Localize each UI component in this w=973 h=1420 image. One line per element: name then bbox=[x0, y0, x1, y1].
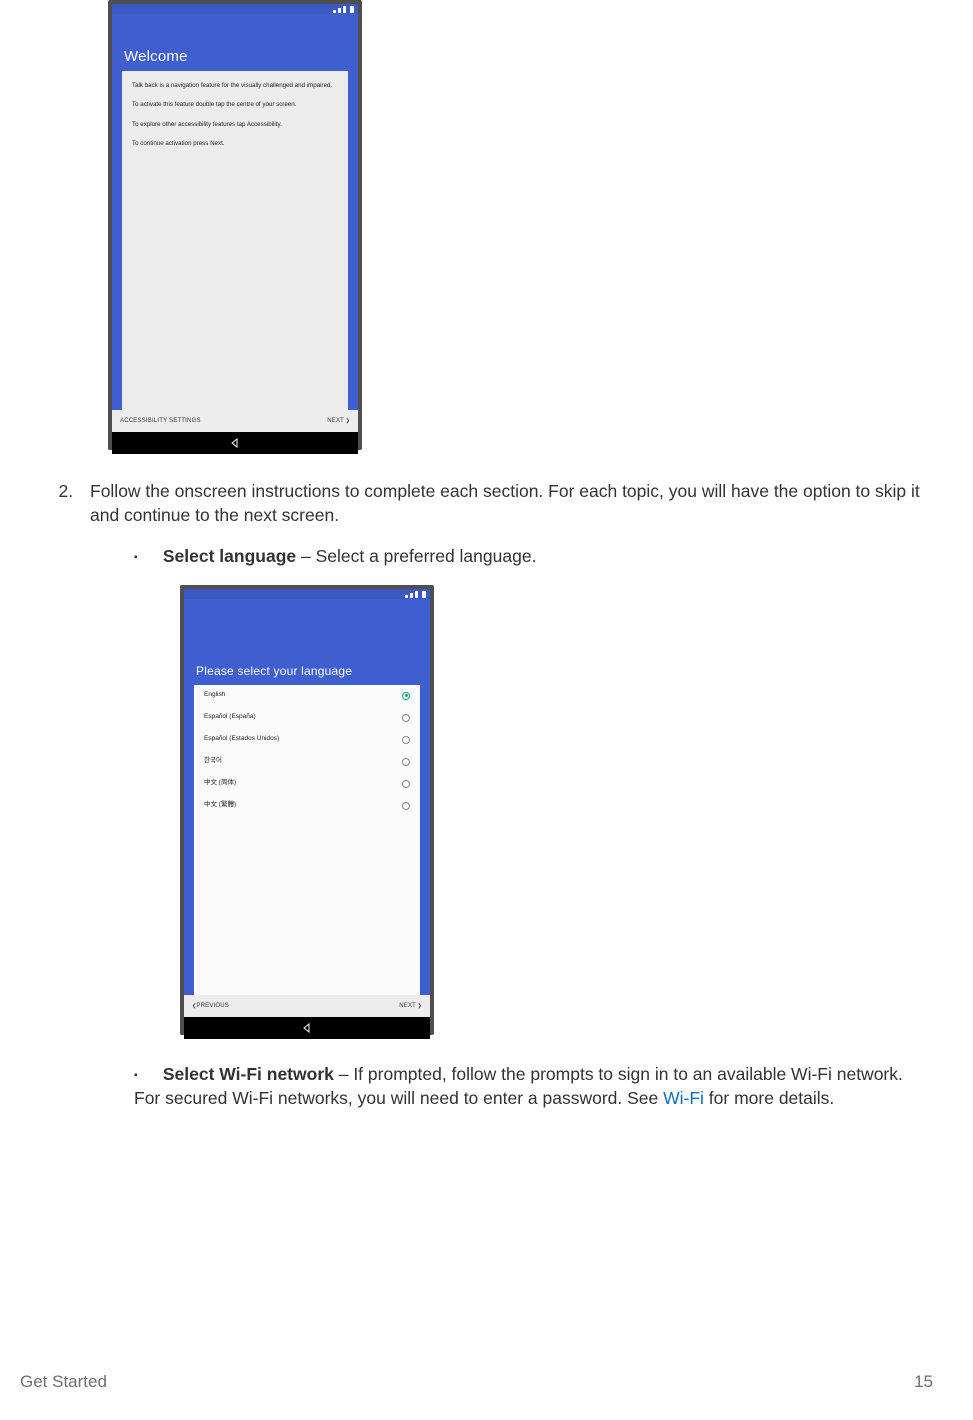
language-row[interactable]: 한국어 bbox=[194, 751, 420, 773]
radio-icon bbox=[402, 780, 410, 788]
bullet-lang-bold: Select language bbox=[163, 546, 296, 566]
signal-icon bbox=[333, 6, 354, 13]
language-label: English bbox=[204, 691, 225, 700]
bullet-wifi-text-2: for more details. bbox=[704, 1088, 834, 1108]
phone-nav-bar bbox=[112, 432, 358, 454]
previous-button[interactable]: PREVIOUS bbox=[192, 1002, 229, 1010]
next-button[interactable]: NEXT bbox=[399, 1002, 422, 1010]
wifi-link[interactable]: Wi-Fi bbox=[663, 1088, 704, 1108]
phone-screenshot-welcome: Welcome Talk back is a navigation featur… bbox=[108, 0, 362, 450]
language-row[interactable]: Español (Estados Unidos) bbox=[194, 729, 420, 751]
radio-icon bbox=[402, 758, 410, 766]
welcome-line: To activate this feature double tap the … bbox=[132, 100, 338, 109]
accessibility-settings-button[interactable]: ACCESSIBILITY SETTINGS bbox=[120, 418, 201, 424]
language-row[interactable]: Español (España) bbox=[194, 707, 420, 729]
language-label: 中文 (繁體) bbox=[204, 801, 236, 810]
radio-icon bbox=[402, 802, 410, 810]
footer-page-number: 15 bbox=[914, 1372, 933, 1392]
footer-section: Get Started bbox=[20, 1372, 107, 1392]
language-label: Español (España) bbox=[204, 713, 256, 722]
language-label: 中文 (简体) bbox=[204, 779, 236, 788]
language-label: 한국어 bbox=[204, 757, 222, 766]
phone-language-title: Please select your language bbox=[196, 663, 418, 679]
phone-status-bar bbox=[112, 4, 358, 14]
radio-icon bbox=[402, 714, 410, 722]
radio-icon bbox=[402, 736, 410, 744]
phone-footer-bar: ACCESSIBILITY SETTINGS NEXT bbox=[112, 410, 358, 432]
back-triangle-icon bbox=[230, 438, 240, 448]
next-button[interactable]: NEXT bbox=[327, 418, 350, 424]
signal-icon bbox=[405, 591, 426, 598]
language-row[interactable]: 中文 (简体) bbox=[194, 773, 420, 795]
phone-language-card: English Español (España) E bbox=[194, 685, 420, 995]
language-row[interactable]: 中文 (繁體) bbox=[194, 795, 420, 817]
language-row[interactable]: English bbox=[194, 685, 420, 707]
phone-screenshot-language: Please select your language English Espa… bbox=[180, 585, 434, 1035]
phone-welcome-title: Welcome bbox=[124, 48, 346, 65]
language-label: Español (Estados Unidos) bbox=[204, 735, 279, 744]
phone-welcome-card: Talk back is a navigation feature for th… bbox=[122, 71, 348, 410]
phone-footer-bar: PREVIOUS NEXT bbox=[184, 995, 430, 1017]
back-triangle-icon bbox=[302, 1023, 312, 1033]
welcome-line: Talk back is a navigation feature for th… bbox=[132, 81, 338, 90]
welcome-line: To explore other accessibility features … bbox=[132, 120, 338, 129]
step-2: Follow the onscreen instructions to comp… bbox=[78, 480, 933, 1110]
welcome-line: To continue activation press Next. bbox=[132, 139, 338, 148]
phone-nav-bar bbox=[184, 1017, 430, 1039]
bullet-select-wifi: Select Wi-Fi network – If prompted, foll… bbox=[134, 1063, 933, 1110]
bullet-select-language: Select language – Select a preferred lan… bbox=[134, 545, 933, 1035]
bullet-lang-text: – Select a preferred language. bbox=[296, 546, 536, 566]
radio-icon bbox=[402, 692, 410, 700]
phone-status-bar bbox=[184, 589, 430, 599]
step-2-text: Follow the onscreen instructions to comp… bbox=[90, 480, 933, 527]
bullet-wifi-bold: Select Wi-Fi network bbox=[163, 1064, 334, 1084]
